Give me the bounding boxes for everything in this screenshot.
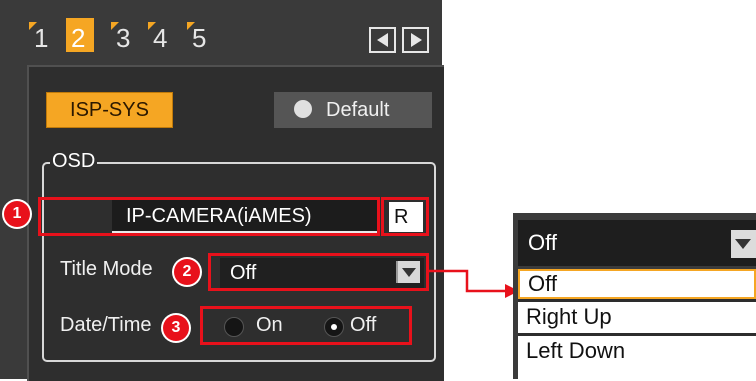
tab-4[interactable]: 4 [148,18,176,52]
title-mode-label: Title Mode [60,258,153,280]
title-mode-dropdown-popup: Off Off Right Up Left Down [513,213,756,379]
tab-label: 2 [71,23,86,53]
popup-select[interactable]: Off [518,220,756,266]
callout-box-1b [381,197,429,236]
tab-label: 1 [34,23,49,53]
chevron-down-icon[interactable] [731,230,756,258]
callout-box-3 [200,306,412,345]
default-button[interactable]: Default [274,92,432,128]
tab-3[interactable]: 3 [111,18,139,52]
tab-label: 4 [153,23,168,53]
isp-sys-button[interactable]: ISP-SYS [46,92,173,128]
tab-label: 3 [116,23,131,53]
popup-select-value: Off [528,230,557,255]
callout-badge-2: 2 [174,259,200,285]
triangle-left-icon [377,33,388,47]
option-right-up[interactable]: Right Up [518,302,756,332]
callout-badge-1: 1 [4,201,30,227]
datetime-label: Date/Time [60,314,152,336]
callout-box-1 [38,197,380,236]
option-left-down[interactable]: Left Down [518,336,756,366]
osd-group-label: OSD [50,150,98,172]
tab-1[interactable]: 1 [29,18,57,52]
prev-page-button[interactable] [369,27,396,53]
callout-arrow-icon [429,269,519,298]
dropdown-list: Off Right Up Left Down [518,269,756,379]
callout-badge-3: 3 [163,315,189,341]
callout-box-2 [208,253,429,291]
default-label: Default [326,99,390,121]
tab-2[interactable]: 2 [66,18,94,52]
reset-icon [294,100,312,118]
next-page-button[interactable] [402,27,429,53]
tab-label: 5 [192,23,207,53]
option-off[interactable]: Off [518,269,756,299]
triangle-right-icon [411,33,422,47]
tab-5[interactable]: 5 [187,18,215,52]
